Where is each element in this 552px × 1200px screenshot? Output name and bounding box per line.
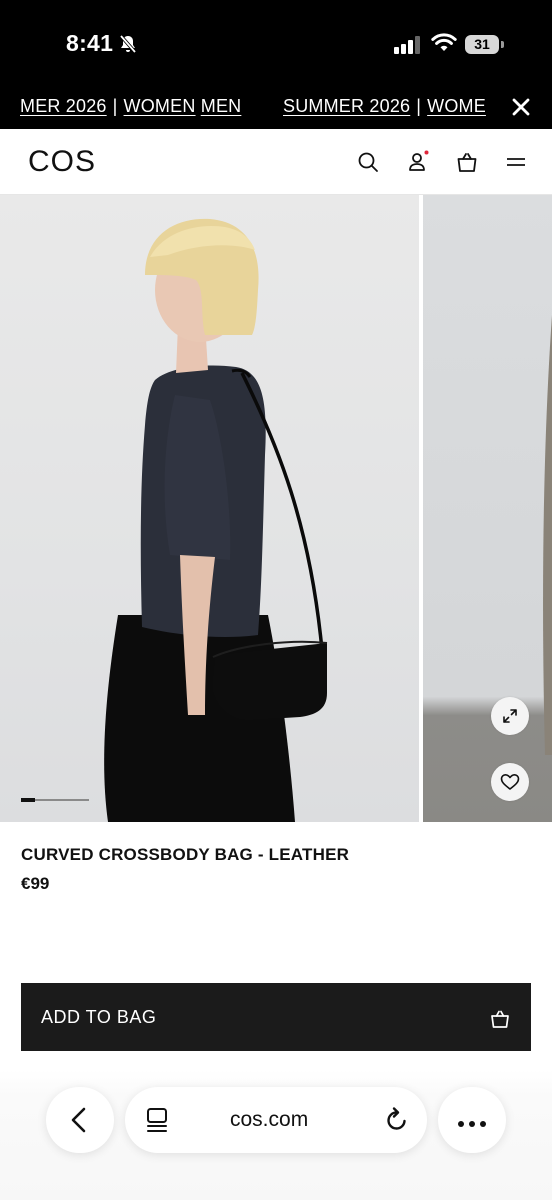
banner-link-men[interactable]: MEN: [201, 96, 242, 116]
add-to-bag-button[interactable]: ADD TO BAG: [21, 983, 531, 1051]
site-header: COS: [0, 129, 552, 195]
more-options-icon: [457, 1115, 487, 1133]
banner-link-season-2[interactable]: SUMMER 2026: [283, 96, 410, 116]
wifi-icon: [431, 33, 457, 58]
product-gallery[interactable]: [0, 195, 552, 822]
add-to-bag-label: ADD TO BAG: [41, 1007, 157, 1027]
menu-icon[interactable]: [504, 150, 528, 174]
product-price: €99: [21, 874, 50, 893]
tabs-icon[interactable]: [145, 1107, 169, 1138]
product-name: CURVED CROSSBODY BAG - LEATHER: [21, 845, 350, 864]
account-icon[interactable]: [406, 150, 430, 174]
expand-icon[interactable]: [491, 697, 529, 735]
gallery-progress: [21, 798, 89, 802]
heart-icon[interactable]: [491, 763, 529, 801]
banner-link-season[interactable]: MER 2026: [20, 96, 107, 116]
status-bar: 8:41 31: [0, 0, 552, 84]
browser-more-button[interactable]: [438, 1087, 506, 1153]
model-illustration: [104, 218, 328, 822]
banner-separator-2: |: [416, 96, 422, 116]
product-image-main[interactable]: [0, 195, 419, 822]
cellular-signal-icon: [394, 36, 422, 59]
bag-icon: [489, 1008, 511, 1035]
next-image-illustration: [543, 315, 552, 755]
product-image-next[interactable]: [423, 195, 552, 822]
search-icon[interactable]: [356, 150, 380, 174]
close-icon[interactable]: [508, 94, 534, 120]
battery-nub: [501, 41, 504, 48]
browser-back-button[interactable]: [46, 1087, 114, 1153]
browser-address-bar[interactable]: cos.com: [125, 1087, 427, 1153]
battery-indicator: 31: [465, 35, 499, 54]
status-time: 8:41: [66, 30, 114, 56]
url-text: cos.com: [230, 1108, 309, 1131]
chevron-left-icon: [68, 1106, 90, 1139]
gallery-progress-fill: [21, 798, 35, 802]
reload-icon[interactable]: [384, 1106, 410, 1139]
banner-link-women[interactable]: WOMEN: [124, 96, 196, 116]
banner-link-women-2[interactable]: WOME: [427, 96, 486, 116]
muted-bell-icon: [118, 34, 138, 59]
promo-banner: MER 2026 | WOMEN MEN SUMMER 2026 | WOME: [0, 84, 552, 129]
banner-separator: |: [112, 96, 118, 116]
banner-segment-1: MER 2026 | WOMEN MEN: [20, 96, 241, 117]
bag-icon[interactable]: [455, 150, 479, 174]
banner-segment-2: SUMMER 2026 | WOME: [283, 96, 486, 117]
cos-logo[interactable]: COS: [28, 145, 96, 179]
